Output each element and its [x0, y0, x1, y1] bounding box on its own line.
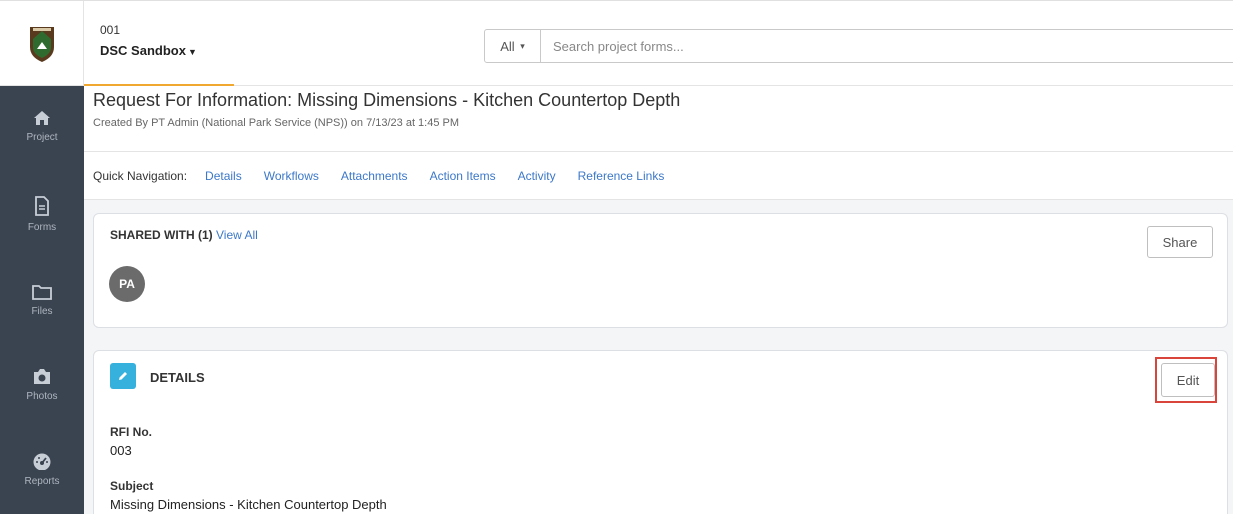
arrowhead-logo-icon [29, 27, 54, 62]
quicknav-link-details[interactable]: Details [205, 169, 242, 183]
project-name-dropdown[interactable]: DSC Sandbox ▼ [100, 43, 234, 58]
project-name: DSC Sandbox [100, 43, 186, 58]
avatar[interactable]: PA [109, 266, 145, 302]
shared-with-title: SHARED WITH (1) View All [110, 228, 258, 242]
main-content: Request For Information: Missing Dimensi… [84, 86, 1233, 514]
sidebar-item-project[interactable]: Project [0, 110, 84, 143]
sidebar-item-label: Project [26, 132, 58, 143]
search-filter-label: All [500, 38, 515, 54]
page-header: Request For Information: Missing Dimensi… [84, 86, 1233, 152]
dashboard-icon [33, 453, 51, 470]
search-input[interactable] [541, 30, 1233, 62]
pencil-icon [110, 363, 136, 389]
page-subtitle: Created By PT Admin (National Park Servi… [93, 117, 460, 129]
project-selector[interactable]: 001 DSC Sandbox ▼ [84, 1, 234, 87]
field-value-subject: Missing Dimensions - Kitchen Countertop … [110, 497, 387, 512]
sidebar-item-label: Photos [26, 391, 58, 402]
shared-with-heading: SHARED WITH (1) [110, 228, 213, 242]
quick-navigation-label: Quick Navigation: [93, 168, 188, 183]
search-bar: All ▾ [484, 29, 1233, 63]
details-card: DETAILS Edit RFI No. 003 Subject Missing… [93, 350, 1228, 514]
chevron-down-icon: ▾ [520, 40, 525, 51]
sidebar-item-label: Files [31, 306, 53, 317]
sidebar-item-forms[interactable]: Forms [0, 196, 84, 233]
search-filter-dropdown[interactable]: All ▾ [485, 30, 541, 62]
field-label-rfi-no: RFI No. [110, 425, 152, 439]
edit-button-highlight: Edit [1155, 357, 1217, 403]
folder-icon [32, 285, 52, 300]
field-label-subject: Subject [110, 479, 154, 493]
sidebar-item-files[interactable]: Files [0, 284, 84, 317]
share-button[interactable]: Share [1147, 226, 1213, 258]
view-all-link[interactable]: View All [216, 228, 258, 242]
sidebar-item-label: Reports [24, 476, 60, 487]
page-title: Request For Information: Missing Dimensi… [93, 90, 681, 110]
quick-navigation: Quick Navigation: Details Workflows Atta… [84, 152, 1233, 200]
quicknav-link-attachments[interactable]: Attachments [341, 169, 408, 183]
edit-button[interactable]: Edit [1161, 363, 1215, 397]
sidebar-item-photos[interactable]: Photos [0, 368, 84, 402]
quicknav-link-activity[interactable]: Activity [518, 169, 556, 183]
sidebar-item-label: Forms [27, 222, 57, 233]
home-icon [34, 111, 50, 125]
details-title: DETAILS [150, 370, 205, 385]
field-value-rfi-no: 003 [110, 443, 132, 458]
quicknav-link-workflows[interactable]: Workflows [264, 169, 319, 183]
chevron-down-icon: ▼ [187, 47, 197, 57]
logo[interactable] [0, 1, 84, 87]
shared-with-card: SHARED WITH (1) View All Share PA [93, 213, 1228, 328]
sidebar: Project Forms Files Photos Reports [0, 86, 84, 514]
top-header: 001 DSC Sandbox ▼ All ▾ [0, 0, 1233, 87]
project-number: 001 [100, 23, 121, 37]
sidebar-item-reports[interactable]: Reports [0, 452, 84, 487]
quicknav-link-reference-links[interactable]: Reference Links [578, 169, 665, 183]
document-icon [35, 196, 49, 216]
camera-icon [34, 369, 50, 384]
quicknav-link-action-items[interactable]: Action Items [430, 169, 496, 183]
